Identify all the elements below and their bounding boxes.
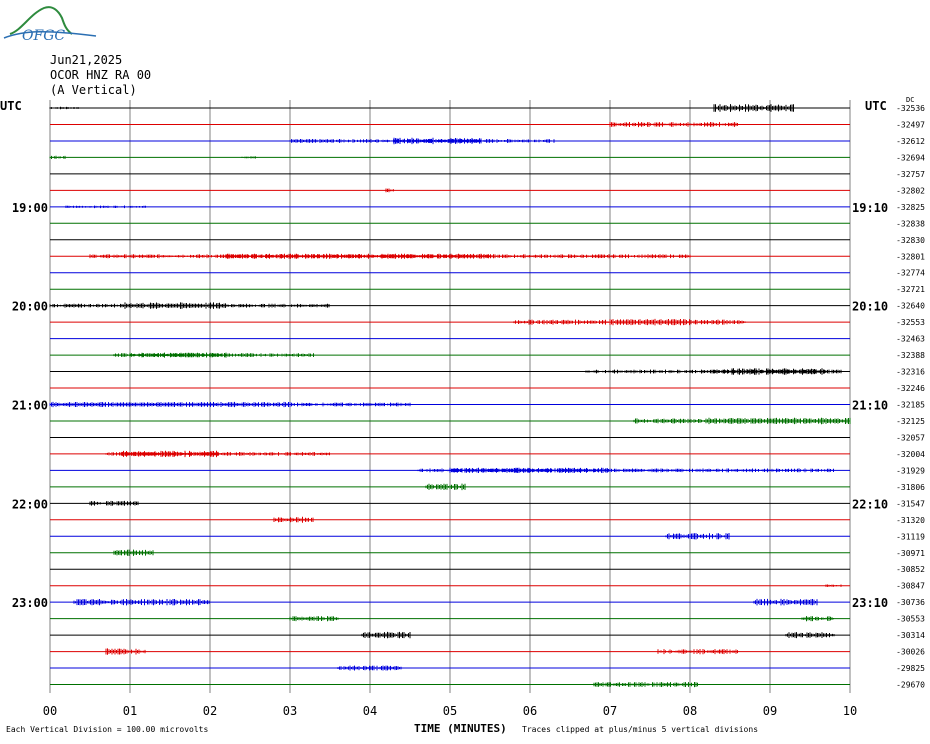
trace-activity [425, 483, 466, 491]
label-layer: 00 01 02 03 04 05 06 07 08 09 10 -32536 -32497 -32612… [12, 104, 925, 718]
trace-activity [753, 598, 818, 606]
dc-offset-label: -31806 [896, 483, 925, 492]
dc-offset-label: -32125 [896, 417, 925, 426]
trace-activity [337, 665, 402, 671]
x-axis-title: TIME (MINUTES) [414, 722, 507, 735]
dc-offset-label: -31929 [896, 466, 925, 475]
dc-offset-label: -32774 [896, 269, 925, 278]
trace-activity [105, 648, 146, 655]
x-tick-label: 08 [683, 704, 697, 718]
dc-offset-label: -31547 [896, 499, 925, 508]
dc-offset-label: -29825 [896, 664, 925, 673]
right-time-label: 19:10 [852, 201, 888, 215]
dc-offset-label: -32825 [896, 203, 925, 212]
left-time-label: 19:00 [12, 201, 48, 215]
dc-offset-label: -32497 [896, 120, 925, 129]
clip-note: Traces clipped at plus/minus 5 vertical … [522, 725, 759, 734]
dc-offset-label: -30553 [896, 615, 925, 624]
right-time-label: 21:10 [852, 399, 888, 413]
helicorder-chart: 00 01 02 03 04 05 06 07 08 09 10 -32536 -32497 -32612… [12, 100, 925, 718]
dc-offset-label: -30314 [896, 631, 925, 640]
trace-activity [449, 467, 610, 473]
x-tick-label: 05 [443, 704, 457, 718]
x-tick-label: 07 [603, 704, 617, 718]
x-tick-label: 03 [283, 704, 297, 718]
left-time-label: 20:00 [12, 300, 48, 314]
dc-offset-label: -32388 [896, 351, 925, 360]
x-tick-label: 10 [843, 704, 857, 718]
dc-offset-label: -30852 [896, 565, 925, 574]
dc-offset-label: -32463 [896, 335, 925, 344]
right-time-label: 20:10 [852, 300, 888, 314]
dc-offset-label: -32316 [896, 368, 925, 377]
dc-offset-label: -30847 [896, 582, 925, 591]
dc-offset-label: -32640 [896, 302, 925, 311]
right-time-label: 23:10 [852, 596, 888, 610]
dc-offset-label: -29670 [896, 681, 925, 690]
trace-activity [289, 616, 339, 622]
dc-offset-label: -30736 [896, 598, 925, 607]
x-tick-label: 00 [43, 704, 57, 718]
left-time-label: 22:00 [12, 497, 48, 511]
right-time-label: 22:10 [852, 497, 888, 511]
dc-offset-label: -32536 [896, 104, 925, 113]
dc-offset-label: -32004 [896, 450, 925, 459]
x-tick-label: 06 [523, 704, 537, 718]
dc-offset-label: -31320 [896, 516, 925, 525]
trace-activity [113, 549, 154, 556]
dc-offset-label: -32802 [896, 186, 925, 195]
dc-offset-label: -32801 [896, 252, 925, 261]
x-tick-label: 02 [203, 704, 217, 718]
trace-activity [89, 500, 139, 506]
trace-activity [361, 631, 411, 639]
scale-note: Each Vertical Division = 100.00 microvol… [6, 725, 209, 734]
x-tick-label: 09 [763, 704, 777, 718]
seismogram-page: OFGC Jun21,2025 OCOR HNZ RA 00 (A Vertic… [0, 0, 930, 744]
x-tick-label: 01 [123, 704, 137, 718]
dc-offset-label: -31119 [896, 532, 925, 541]
dc-offset-label: -32612 [896, 137, 925, 146]
left-time-label: 23:00 [12, 596, 48, 610]
dc-offset-label: -30026 [896, 648, 925, 657]
x-tick-label: 04 [363, 704, 377, 718]
dc-offset-label: -32838 [896, 219, 925, 228]
dc-offset-label: -32721 [896, 285, 925, 294]
dc-offset-label: -32246 [896, 384, 925, 393]
dc-offset-label: -32185 [896, 401, 925, 410]
dc-offset-label: -32757 [896, 170, 925, 179]
left-time-label: 21:00 [12, 399, 48, 413]
dc-offset-label: -32830 [896, 236, 925, 245]
trace-activity [665, 533, 730, 540]
dc-offset-label: -32553 [896, 318, 925, 327]
trace-activity [273, 516, 314, 523]
dc-offset-label: -32057 [896, 433, 925, 442]
dc-offset-label: -30971 [896, 549, 925, 558]
dc-offset-label: -32694 [896, 153, 925, 162]
trace-activity [785, 632, 835, 639]
trace-activity [393, 137, 482, 145]
